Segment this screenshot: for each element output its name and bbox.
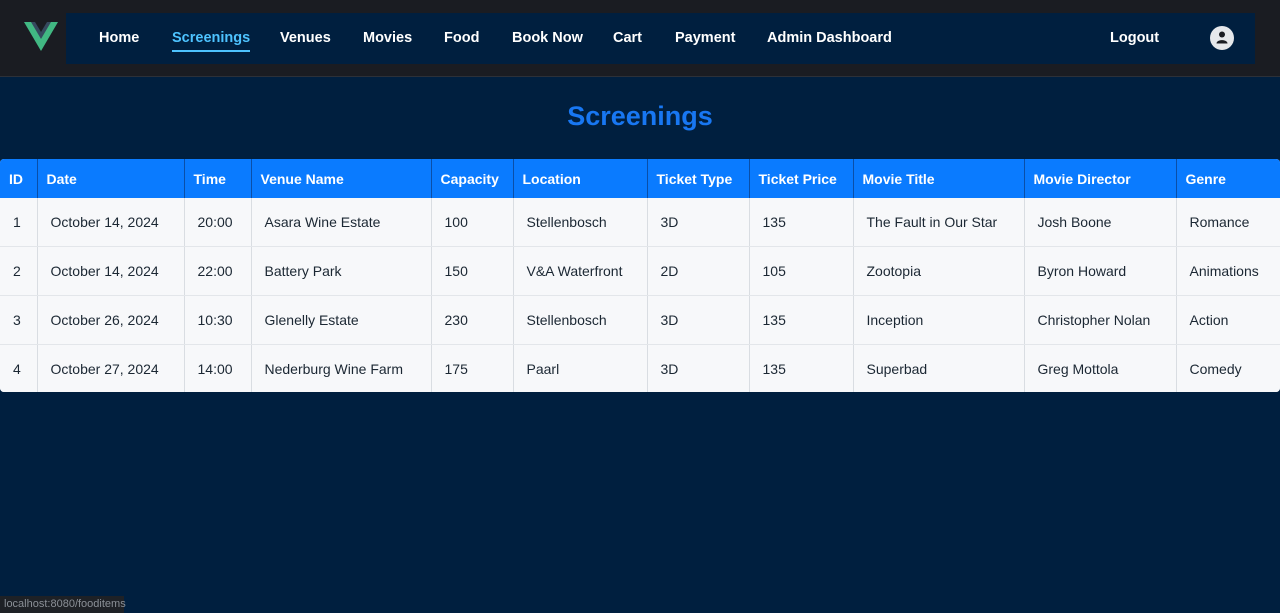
cell-movie-director: Byron Howard <box>1024 246 1177 296</box>
column-header-date[interactable]: Date <box>37 159 185 198</box>
cell-date: October 14, 2024 <box>37 246 185 296</box>
cell-movie-title: Superbad <box>853 344 1025 392</box>
cell-ticket-type: 3D <box>647 344 750 392</box>
table-row[interactable]: 2 October 14, 2024 22:00 Battery Park 15… <box>0 246 1280 296</box>
cell-location: Stellenbosch <box>513 295 648 345</box>
logout-link[interactable]: Logout <box>1110 30 1159 46</box>
cell-ticket-price: 135 <box>749 295 854 345</box>
cell-ticket-type: 3D <box>647 295 750 345</box>
nav-venues[interactable]: Venues <box>280 30 331 46</box>
column-header-ticket-price[interactable]: Ticket Price <box>749 159 854 198</box>
user-icon <box>1216 31 1228 44</box>
cell-genre: Action <box>1176 295 1280 345</box>
cell-location: Stellenbosch <box>513 198 648 247</box>
cell-date: October 26, 2024 <box>37 295 185 345</box>
cell-genre: Romance <box>1176 198 1280 247</box>
cell-id: 1 <box>0 198 38 247</box>
column-header-genre[interactable]: Genre <box>1176 159 1280 198</box>
column-header-venue-name[interactable]: Venue Name <box>251 159 432 198</box>
screenings-table: ID Date Time Venue Name Capacity Locatio… <box>0 159 1280 392</box>
cell-id: 4 <box>0 344 38 392</box>
column-header-movie-director[interactable]: Movie Director <box>1024 159 1177 198</box>
column-header-capacity[interactable]: Capacity <box>431 159 514 198</box>
table-row[interactable]: 3 October 26, 2024 10:30 Glenelly Estate… <box>0 295 1280 345</box>
cell-capacity: 100 <box>431 198 514 247</box>
cell-date: October 14, 2024 <box>37 198 185 247</box>
nav-food[interactable]: Food <box>444 30 479 46</box>
cell-genre: Animations <box>1176 246 1280 296</box>
nav-home[interactable]: Home <box>99 30 139 46</box>
cell-ticket-type: 2D <box>647 246 750 296</box>
column-header-movie-title[interactable]: Movie Title <box>853 159 1025 198</box>
nav-cart[interactable]: Cart <box>613 30 642 46</box>
screenings-table-container: ID Date Time Venue Name Capacity Locatio… <box>0 159 1280 392</box>
table-row[interactable]: 4 October 27, 2024 14:00 Nederburg Wine … <box>0 344 1280 392</box>
cell-location: V&A Waterfront <box>513 246 648 296</box>
table-header-row: ID Date Time Venue Name Capacity Locatio… <box>0 159 1280 198</box>
cell-movie-director: Josh Boone <box>1024 198 1177 247</box>
cell-id: 2 <box>0 246 38 296</box>
top-bar: Home Screenings Venues Movies Food Book … <box>0 0 1280 77</box>
nav-admin-dashboard[interactable]: Admin Dashboard <box>767 30 892 46</box>
cell-genre: Comedy <box>1176 344 1280 392</box>
cell-location: Paarl <box>513 344 648 392</box>
cell-capacity: 230 <box>431 295 514 345</box>
cell-venue-name: Asara Wine Estate <box>251 198 432 247</box>
main-navbar: Home Screenings Venues Movies Food Book … <box>66 13 1255 64</box>
cell-movie-title: Zootopia <box>853 246 1025 296</box>
cell-ticket-price: 135 <box>749 198 854 247</box>
cell-time: 22:00 <box>184 246 252 296</box>
column-header-ticket-type[interactable]: Ticket Type <box>647 159 750 198</box>
status-bar-url: localhost:8080/fooditems <box>0 596 126 613</box>
vue-logo-icon[interactable] <box>24 22 58 52</box>
cell-time: 20:00 <box>184 198 252 247</box>
nav-movies[interactable]: Movies <box>363 30 412 46</box>
table-row[interactable]: 1 October 14, 2024 20:00 Asara Wine Esta… <box>0 198 1280 247</box>
cell-time: 10:30 <box>184 295 252 345</box>
cell-movie-title: The Fault in Our Star <box>853 198 1025 247</box>
cell-date: October 27, 2024 <box>37 344 185 392</box>
column-header-location[interactable]: Location <box>513 159 648 198</box>
cell-id: 3 <box>0 295 38 345</box>
cell-capacity: 175 <box>431 344 514 392</box>
cell-movie-director: Greg Mottola <box>1024 344 1177 392</box>
cell-time: 14:00 <box>184 344 252 392</box>
column-header-id[interactable]: ID <box>0 159 38 198</box>
cell-ticket-type: 3D <box>647 198 750 247</box>
cell-venue-name: Glenelly Estate <box>251 295 432 345</box>
nav-payment[interactable]: Payment <box>675 30 735 46</box>
cell-ticket-price: 135 <box>749 344 854 392</box>
user-avatar[interactable] <box>1210 26 1234 50</box>
cell-venue-name: Battery Park <box>251 246 432 296</box>
cell-movie-director: Christopher Nolan <box>1024 295 1177 345</box>
cell-venue-name: Nederburg Wine Farm <box>251 344 432 392</box>
cell-movie-title: Inception <box>853 295 1025 345</box>
nav-book-now[interactable]: Book Now <box>512 30 583 46</box>
cell-capacity: 150 <box>431 246 514 296</box>
nav-screenings[interactable]: Screenings <box>172 30 251 52</box>
column-header-time[interactable]: Time <box>184 159 252 198</box>
cell-ticket-price: 105 <box>749 246 854 296</box>
page-title: Screenings <box>567 101 713 131</box>
